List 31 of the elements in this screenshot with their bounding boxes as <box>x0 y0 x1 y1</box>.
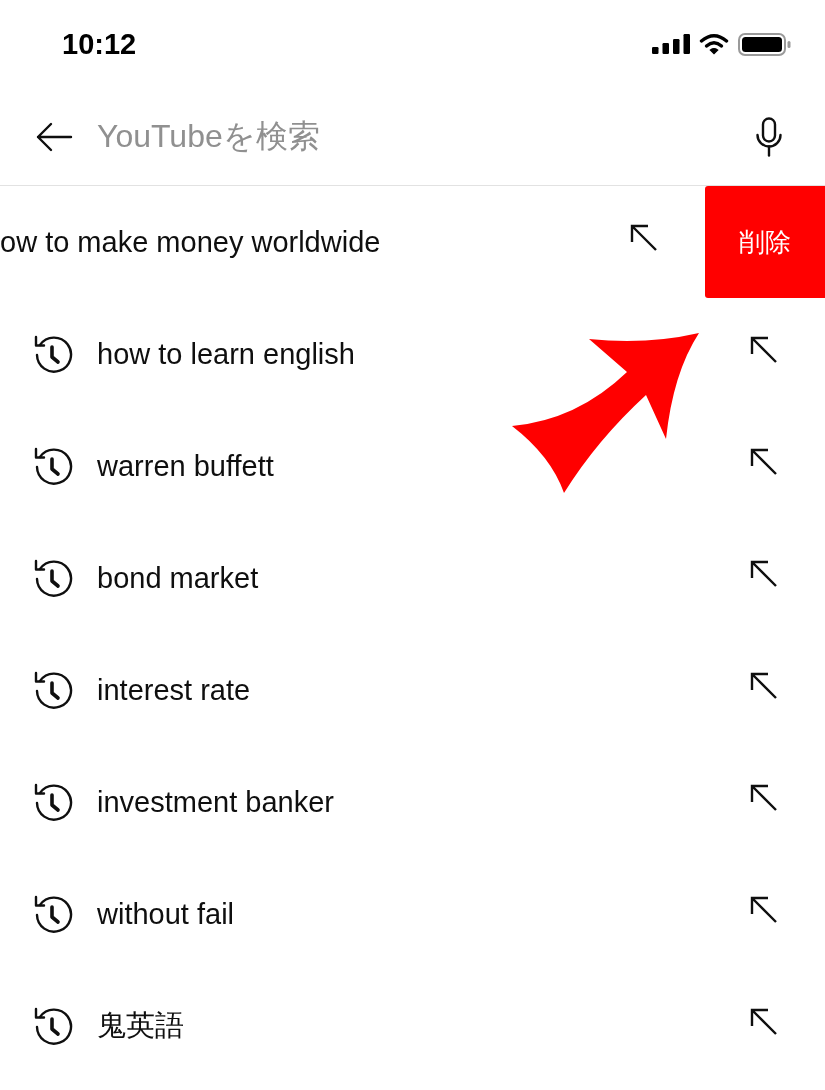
wifi-icon <box>699 33 729 55</box>
arrow-up-left-icon[interactable] <box>750 672 778 700</box>
history-icon <box>33 894 73 934</box>
arrow-up-left-icon[interactable] <box>630 224 658 252</box>
history-icon <box>33 670 73 710</box>
search-history-text[interactable]: 鬼英語 <box>97 1006 750 1046</box>
arrow-up-left-icon[interactable] <box>750 336 778 364</box>
search-history-text[interactable]: bond market <box>97 561 750 595</box>
search-history-text[interactable]: how to learn english <box>97 337 750 371</box>
microphone-icon[interactable] <box>755 116 783 157</box>
arrow-up-left-icon[interactable] <box>750 448 778 476</box>
search-history-text[interactable]: without fail <box>97 897 750 931</box>
search-history-text[interactable]: warren buffett <box>97 449 750 483</box>
delete-button[interactable]: 削除 <box>705 186 825 298</box>
arrow-up-left-icon[interactable] <box>750 784 778 812</box>
history-icon <box>33 446 73 486</box>
search-history-text[interactable]: interest rate <box>97 673 750 707</box>
signal-icon <box>652 34 690 54</box>
history-icon <box>33 1006 73 1046</box>
history-icon <box>33 334 73 374</box>
search-history-text[interactable]: ow to make money worldwide <box>0 225 630 259</box>
arrow-up-left-icon[interactable] <box>750 1008 778 1036</box>
status-time: 10:12 <box>62 27 138 61</box>
arrow-up-left-icon[interactable] <box>750 560 778 588</box>
history-icon <box>33 782 73 822</box>
back-arrow-icon[interactable] <box>35 121 73 152</box>
arrow-up-left-icon[interactable] <box>750 896 778 924</box>
battery-icon <box>738 32 791 56</box>
history-icon <box>33 558 73 598</box>
search-field[interactable]: YouTubeを検索 <box>97 114 755 159</box>
search-history-text[interactable]: investment banker <box>97 785 750 819</box>
